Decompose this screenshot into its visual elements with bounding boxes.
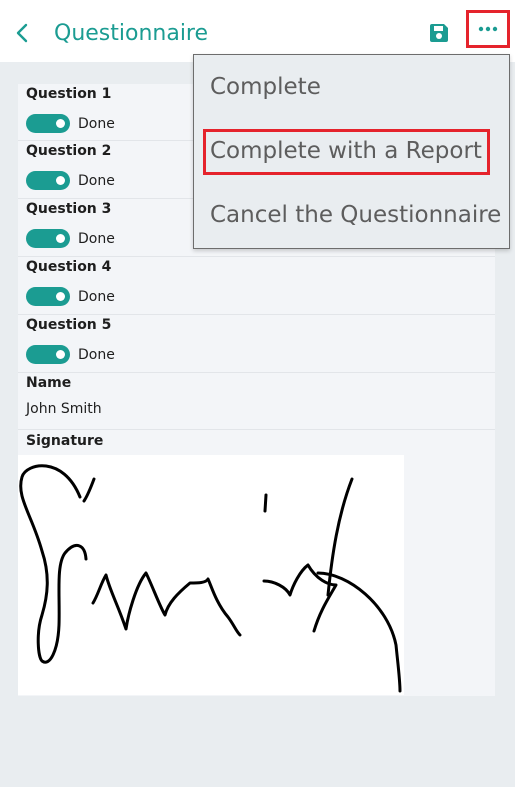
question-label: Question 5 [26, 317, 112, 333]
signature-pad[interactable] [18, 455, 404, 695]
question-label: Question 4 [26, 259, 112, 275]
name-value[interactable]: John Smith [26, 401, 102, 417]
question-label: Question 1 [26, 86, 112, 102]
done-toggle[interactable] [26, 171, 70, 190]
question-label: Question 3 [26, 201, 112, 217]
question-row: Question 4 Done [18, 257, 495, 315]
done-toggle[interactable] [26, 287, 70, 306]
toggle-label: Done [78, 289, 115, 305]
top-bar: Questionnaire [0, 0, 515, 62]
toggle-label: Done [78, 231, 115, 247]
back-button[interactable] [10, 18, 34, 48]
done-toggle[interactable] [26, 229, 70, 248]
question-row: Question 5 Done [18, 315, 495, 373]
toggle-knob [56, 176, 65, 185]
save-icon [430, 24, 448, 42]
question-label: Question 2 [26, 143, 112, 159]
toggle-knob [56, 350, 65, 359]
name-label: Name [26, 375, 72, 391]
signature-drawing [19, 464, 402, 693]
signature-row: Signature [18, 430, 495, 696]
signature-label: Signature [26, 433, 104, 449]
menu-item-complete-with-report[interactable]: Complete with a Report [210, 136, 482, 166]
toggle-knob [56, 119, 65, 128]
menu-item-complete[interactable]: Complete [210, 72, 321, 102]
chevron-left-icon [16, 23, 28, 43]
save-button[interactable] [428, 22, 452, 46]
done-toggle[interactable] [26, 114, 70, 133]
overflow-menu: Complete Complete with a Report Cancel t… [193, 54, 510, 249]
page-title: Questionnaire [54, 21, 209, 46]
more-options-button[interactable] [466, 10, 510, 48]
toggle-knob [56, 234, 65, 243]
toggle-label: Done [78, 173, 115, 189]
more-horizontal-icon [478, 26, 498, 32]
menu-item-cancel-questionnaire[interactable]: Cancel the Questionnaire [210, 200, 501, 230]
name-row: Name John Smith [18, 373, 495, 430]
done-toggle[interactable] [26, 345, 70, 364]
toggle-label: Done [78, 116, 115, 132]
toggle-knob [56, 292, 65, 301]
toggle-label: Done [78, 347, 115, 363]
